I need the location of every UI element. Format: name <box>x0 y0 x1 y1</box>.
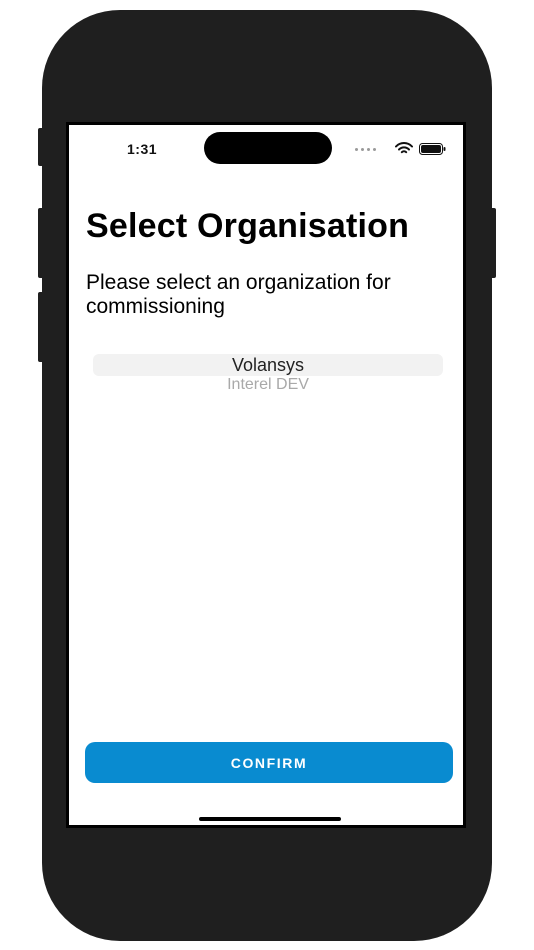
confirm-button[interactable]: CONFIRM <box>85 742 453 783</box>
picker-option-interel-dev[interactable]: Interel DEV <box>93 376 443 394</box>
page-subtitle: Please select an organization for commis… <box>86 271 391 318</box>
wifi-icon <box>395 142 413 154</box>
screen-bezel: 1:31 Select Organisation Please select a… <box>66 122 466 828</box>
home-indicator[interactable] <box>199 817 341 821</box>
volume-up-button <box>38 208 44 278</box>
organisation-picker[interactable]: Volansys Interel DEV <box>93 354 443 434</box>
page-title: Select Organisation <box>86 207 410 245</box>
action-button <box>38 128 44 166</box>
volume-down-button <box>38 292 44 362</box>
picker-option-volansys[interactable]: Volansys <box>93 355 443 376</box>
app-screen: 1:31 Select Organisation Please select a… <box>69 125 463 825</box>
status-time: 1:31 <box>127 141 158 157</box>
dynamic-island <box>204 132 332 164</box>
status-icons <box>355 141 446 155</box>
cellular-signal-icon <box>355 148 376 151</box>
power-button <box>490 208 496 278</box>
battery-icon <box>419 143 446 155</box>
